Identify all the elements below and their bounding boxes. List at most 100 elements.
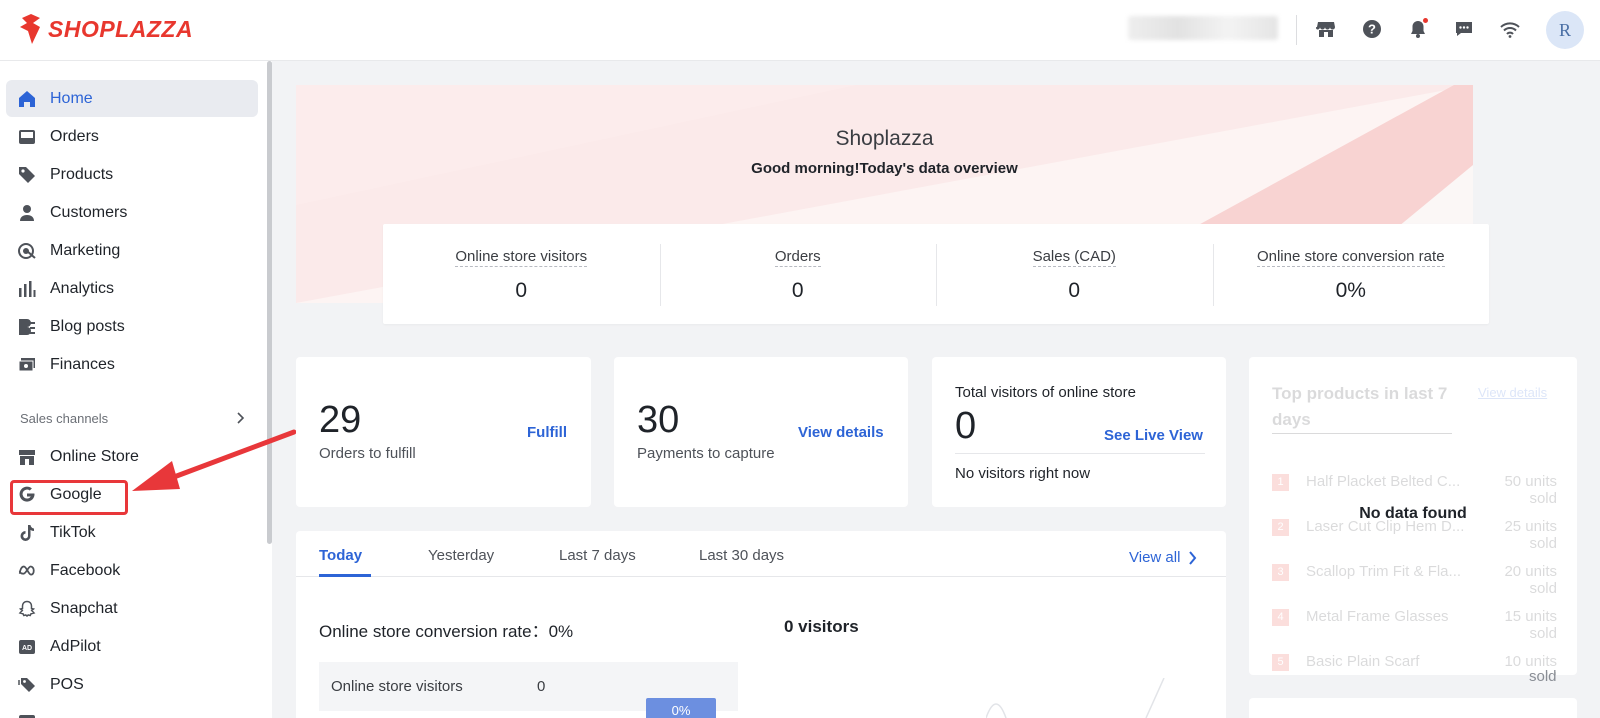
stat-conversion-rate[interactable]: Online store conversion rate 0%	[1212, 224, 1490, 324]
sidebar-item-label: POS	[50, 675, 84, 693]
tags-icon	[18, 676, 36, 694]
hero-subtitle: Good morning!Today's data overview	[751, 160, 1018, 177]
tab-today[interactable]: Today	[319, 547, 362, 564]
product-name: Metal Frame Glasses	[1306, 608, 1449, 625]
sidebar-item-marketing[interactable]: Marketing	[6, 232, 258, 269]
store-name-blurred[interactable]	[1128, 16, 1278, 40]
google-highlight-box	[10, 480, 128, 515]
units-sold: 15 units sold	[1504, 608, 1557, 642]
tab-last-7-days[interactable]: Last 7 days	[559, 547, 636, 564]
sidebar-item-label: Analytics	[50, 279, 115, 297]
overview-stats-card: Online store visitors 0 Orders 0 Sales (…	[383, 224, 1489, 324]
top-product-row[interactable]: 2 Laser Cut Clip Hem D... 25 units sold	[1272, 517, 1557, 557]
stat-label: Sales (CAD)	[1032, 248, 1116, 267]
ad-icon: AD	[18, 638, 36, 656]
units-sold: 50 units sold	[1504, 473, 1557, 507]
logo-mark-icon	[20, 14, 40, 44]
sidebar-item-label: AdPilot	[50, 637, 101, 655]
divider	[955, 453, 1205, 454]
help-icon[interactable]: ?	[1360, 17, 1384, 41]
top-product-row[interactable]: 5 Basic Plain Scarf 10 units sold	[1272, 652, 1557, 675]
sidebar-item-snapchat[interactable]: Snapchat	[6, 590, 258, 627]
stat-value: 0%	[1335, 279, 1366, 302]
annotation-arrow	[132, 429, 297, 491]
sidebar-item-products[interactable]: Products	[6, 156, 258, 193]
see-live-view-link[interactable]: See Live View	[1104, 427, 1203, 444]
sidebar-item-pos[interactable]: POS	[6, 666, 258, 703]
stat-label: Orders	[774, 248, 821, 267]
product-name: Scallop Trim Fit & Fla...	[1306, 563, 1462, 580]
person-icon	[18, 204, 36, 222]
rank-badge: 1	[1272, 474, 1289, 491]
svg-text:AD: AD	[22, 645, 32, 652]
sidebar-item-blog-posts[interactable]: Blog posts	[6, 308, 258, 345]
chevron-right-icon	[1189, 550, 1197, 565]
bell-icon[interactable]	[1406, 17, 1430, 41]
stat-sales[interactable]: Sales (CAD) 0	[936, 224, 1213, 324]
sidebar-item-partial[interactable]	[6, 704, 258, 718]
total-visitors-card: Total visitors of online store 0 See Liv…	[932, 357, 1226, 507]
percent-tag: 0%	[646, 698, 716, 718]
product-name: Basic Plain Scarf	[1306, 653, 1420, 670]
rank-badge: 3	[1272, 564, 1289, 581]
sidebar-item-home[interactable]: Home	[6, 80, 258, 117]
shoplazza-logo[interactable]: SHOPLAZZA	[18, 14, 193, 44]
store-icon[interactable]	[1314, 17, 1338, 41]
bar-chart-icon	[18, 280, 36, 298]
wallet-icon	[18, 356, 36, 374]
top-products-card: Top products in last 7 days View details…	[1249, 357, 1577, 675]
sidebar-item-label: Blog posts	[50, 317, 125, 335]
avatar[interactable]: R	[1546, 11, 1584, 49]
sales-channels-title: Sales channels	[20, 411, 109, 426]
svg-text:?: ?	[1368, 22, 1376, 37]
sidebar-item-adpilot[interactable]: AD AdPilot	[6, 628, 258, 665]
fulfill-link[interactable]: Fulfill	[527, 424, 567, 441]
top-products-title: Top products in last 7 days	[1272, 381, 1452, 434]
units-sold-overflow: sold	[1529, 668, 1557, 685]
sidebar-item-label: Products	[50, 165, 114, 183]
top-products-view-details-link[interactable]: View details	[1478, 385, 1547, 400]
view-details-link[interactable]: View details	[798, 424, 884, 441]
hero-title: Shoplazza	[835, 127, 934, 150]
view-all-link[interactable]: View all	[1129, 549, 1197, 566]
sidebar-item-analytics[interactable]: Analytics	[6, 270, 258, 307]
sidebar-item-label: Customers	[50, 203, 128, 221]
top-bar: SHOPLAZZA ? R	[0, 0, 1600, 61]
stat-value: 0	[791, 279, 804, 302]
sidebar-item-tiktok[interactable]: TikTok	[6, 514, 258, 551]
orders-to-fulfill-label: Orders to fulfill	[319, 445, 416, 462]
notification-dot	[1423, 18, 1428, 23]
sidebar-item-label: Home	[50, 89, 93, 107]
units-sold: 25 units sold	[1504, 518, 1557, 552]
stat-value: 0	[1068, 279, 1081, 302]
conversion-rate-label: Online store conversion rate：0%	[319, 622, 574, 641]
target-icon	[18, 242, 36, 260]
sidebar-item-customers[interactable]: Customers	[6, 194, 258, 231]
sidebar-item-facebook[interactable]: Facebook	[6, 552, 258, 589]
sidebar-item-finances[interactable]: Finances	[6, 346, 258, 383]
funnel-row-label: Online store visitors	[331, 678, 463, 695]
top-product-row[interactable]: 4 Metal Frame Glasses 15 units sold	[1272, 607, 1557, 647]
wifi-icon[interactable]	[1498, 17, 1522, 41]
visitors-status: No visitors right now	[955, 465, 1091, 482]
product-name: Half Placket Belted C...	[1306, 473, 1461, 490]
stat-visitors[interactable]: Online store visitors 0	[383, 224, 660, 324]
chevron-right-icon[interactable]	[236, 412, 246, 424]
orders-to-fulfill-count: 29	[319, 399, 362, 441]
home-icon	[18, 90, 36, 108]
sidebar-item-label: Online Store	[50, 447, 139, 465]
sidebar-item-label: Snapchat	[50, 599, 118, 617]
message-icon[interactable]	[1452, 17, 1476, 41]
payments-to-capture-count: 30	[637, 399, 680, 441]
sidebar-item-label: Finances	[50, 355, 115, 373]
stat-label: Online store visitors	[455, 248, 588, 267]
sidebar-item-label: Marketing	[50, 241, 121, 259]
tag-icon	[18, 166, 36, 184]
tab-last-30-days[interactable]: Last 30 days	[699, 547, 784, 564]
sidebar-item-label: Orders	[50, 127, 99, 145]
stat-orders[interactable]: Orders 0	[659, 224, 937, 324]
top-product-row[interactable]: 3 Scallop Trim Fit & Fla... 20 units sol…	[1272, 562, 1557, 602]
tab-yesterday[interactable]: Yesterday	[428, 547, 494, 564]
funnel-row-value: 0	[537, 678, 546, 695]
sidebar-item-orders[interactable]: Orders	[6, 118, 258, 155]
